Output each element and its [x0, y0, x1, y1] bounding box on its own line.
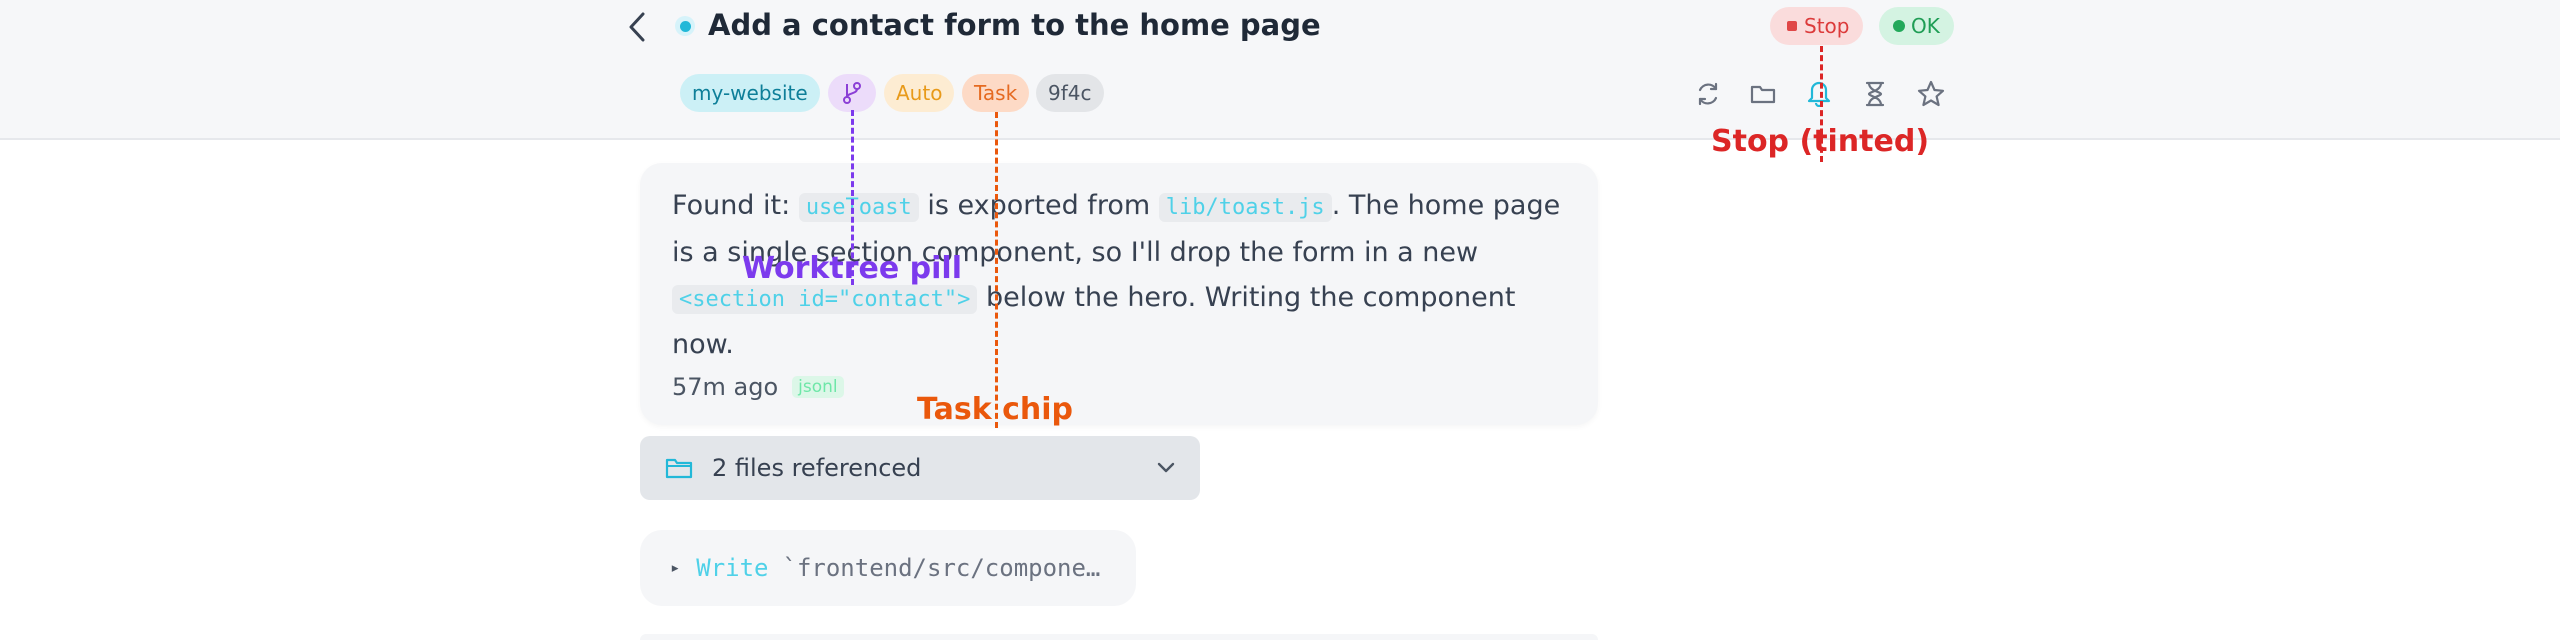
- chevron-left-icon: [629, 12, 645, 42]
- assistant-message: Found it: useToast is exported from lib/…: [640, 163, 1598, 425]
- page-title: Add a contact form to the home page: [708, 8, 1321, 42]
- stop-label: Stop: [1804, 14, 1850, 38]
- tool-name: Write: [696, 554, 769, 582]
- worktree-annotation-label: Worktree pill: [742, 251, 962, 286]
- worktree-pill[interactable]: [828, 74, 876, 112]
- tool-call-write[interactable]: ▸ Write `frontend/src/compone…: [640, 530, 1136, 606]
- inline-code: lib/toast.js: [1158, 193, 1332, 222]
- message-text-part: is exported from: [918, 190, 1159, 221]
- task-chip-label: Task: [974, 81, 1018, 105]
- files-referenced-toggle[interactable]: 2 files referenced: [640, 436, 1200, 500]
- expand-arrow-icon: ▸: [670, 558, 681, 578]
- ok-dot-icon: [1893, 20, 1905, 32]
- files-referenced-label: 2 files referenced: [712, 454, 922, 482]
- hourglass-icon: [1865, 81, 1885, 107]
- format-badge: jsonl: [792, 376, 844, 398]
- ok-badge[interactable]: OK: [1879, 7, 1954, 45]
- repo-pill[interactable]: my-website: [680, 74, 820, 112]
- tool-argument: `frontend/src/compone…: [782, 554, 1101, 582]
- message-meta: 57m ago jsonl: [672, 373, 1568, 401]
- notifications-button[interactable]: [1801, 74, 1837, 110]
- chevron-down-icon: [1157, 462, 1175, 473]
- stop-square-icon: [1787, 21, 1797, 31]
- folder-icon: [1750, 85, 1776, 104]
- inline-code: useToast: [798, 193, 919, 222]
- mode-pill[interactable]: Auto: [884, 74, 955, 112]
- star-icon: [1917, 80, 1945, 107]
- hash-pill[interactable]: 9f4c: [1036, 74, 1104, 112]
- mode-pill-label: Auto: [896, 81, 943, 105]
- stop-button[interactable]: Stop: [1770, 7, 1864, 45]
- folder-icon: [665, 458, 693, 479]
- stop-annotation-label: Stop (tinted): [1711, 124, 1930, 159]
- bell-icon: [1807, 81, 1831, 107]
- session-status-dot: [675, 16, 695, 36]
- message-timestamp: 57m ago: [672, 373, 779, 401]
- folder-button[interactable]: [1745, 76, 1781, 112]
- message-text-part: Found it:: [672, 190, 799, 221]
- task-annotation-label: Task chip: [917, 392, 1073, 427]
- next-message-edge: [640, 634, 1598, 640]
- hash-pill-label: 9f4c: [1048, 81, 1092, 105]
- refresh-button[interactable]: [1690, 76, 1726, 112]
- history-button[interactable]: [1857, 76, 1893, 112]
- refresh-icon: [1698, 82, 1718, 106]
- back-button[interactable]: [620, 8, 654, 46]
- task-chip[interactable]: Task: [962, 74, 1030, 112]
- favorite-button[interactable]: [1913, 76, 1949, 112]
- ok-label: OK: [1911, 14, 1940, 38]
- inline-code: <section id="contact">: [672, 285, 978, 314]
- git-branch-icon: [843, 82, 861, 104]
- task-annotation-line: [995, 112, 998, 428]
- repo-pill-label: my-website: [692, 81, 808, 105]
